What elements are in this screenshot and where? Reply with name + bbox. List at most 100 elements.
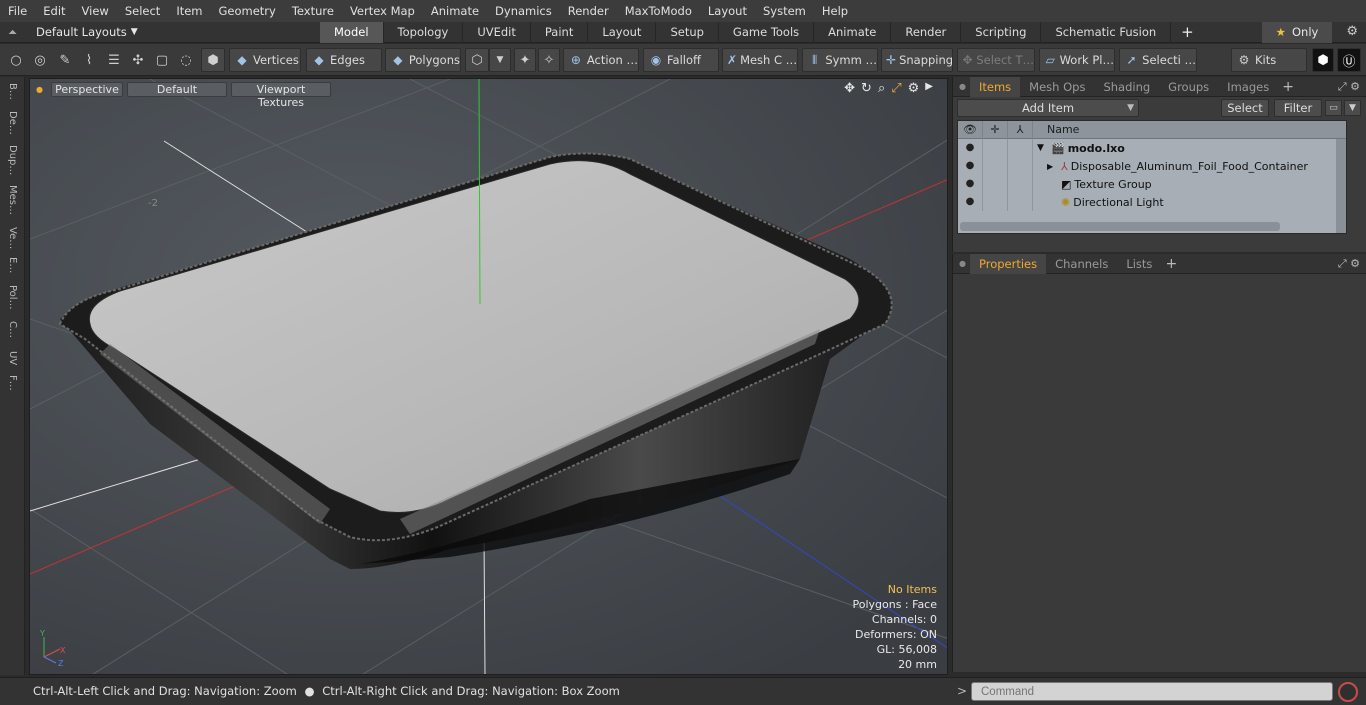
add-panel-tab-icon[interactable]: + (1278, 79, 1298, 95)
left-tab-basic[interactable]: B… (3, 83, 21, 100)
tree-item-texture-group[interactable]: ◩ Texture Group (1061, 175, 1152, 193)
tab-layout[interactable]: Layout (588, 21, 657, 43)
select-button[interactable]: Select (1221, 99, 1269, 117)
tab-images[interactable]: Images (1218, 77, 1278, 97)
funnel-icon[interactable]: ▼ (1344, 100, 1361, 116)
left-tab-vertex[interactable]: Ve… (3, 227, 21, 249)
tab-items[interactable]: Items (969, 76, 1021, 97)
menu-texture[interactable]: Texture (284, 0, 342, 22)
menu-view[interactable]: View (74, 0, 117, 22)
menu-edit[interactable]: Edit (35, 0, 73, 22)
panel-expand-gear-icon[interactable]: ⤢ ⚙ (1338, 257, 1360, 271)
viewport-scene[interactable]: -2 (30, 79, 948, 675)
viewport-textures-button[interactable]: Viewport Textures (230, 81, 331, 109)
material-button[interactable]: ⬡ (465, 48, 489, 72)
unity-icon[interactable]: ⬢ (1312, 48, 1334, 72)
tree-item-scene[interactable]: ▼ 🎬 modo.lxo (1037, 139, 1125, 157)
tab-game-tools[interactable]: Game Tools (719, 21, 815, 43)
perspective-button[interactable]: Perspective (50, 81, 123, 97)
maximize-icon[interactable]: ⤢ (891, 81, 901, 96)
viewport-dot-icon[interactable]: ● (36, 85, 43, 94)
work-plane-button[interactable]: ▱ Work Pl… (1039, 48, 1115, 72)
gear-icon[interactable]: ⚙ (1346, 24, 1358, 39)
left-tab-curve[interactable]: C… (3, 321, 21, 338)
tree-item-mesh[interactable]: ▶ ⅄ Disposable_Aluminum_Foil_Food_Contai… (1047, 157, 1308, 175)
menu-animate[interactable]: Animate (423, 0, 487, 22)
panel-expand-gear-icon[interactable]: ⤢ ⚙ (1338, 80, 1360, 94)
name-column-header[interactable]: Name (1047, 123, 1079, 136)
snap-toggle-button[interactable]: ✧ (538, 48, 560, 72)
expand-right-icon[interactable]: ▶ (925, 81, 933, 96)
command-arrow-icon[interactable]: > (957, 684, 967, 698)
left-tab-mesh-edit[interactable]: Mes… (3, 185, 21, 215)
expand-down-icon[interactable]: ▼ (1037, 143, 1051, 153)
tab-lists[interactable]: Lists (1117, 254, 1161, 274)
eye-icon[interactable]: ● (958, 157, 983, 175)
polygons-button[interactable]: ◆ Polygons (385, 48, 461, 72)
lock-column-icon[interactable]: ✛ (983, 120, 1008, 139)
globe-button[interactable]: ◎ (30, 48, 50, 72)
expand-right-icon[interactable]: ▶ (1047, 162, 1061, 171)
tab-scripting[interactable]: Scripting (961, 21, 1042, 43)
shading-button[interactable]: Default (126, 81, 227, 97)
transform-button[interactable]: ✣ (128, 48, 148, 72)
visibility-column-icon[interactable]: 👁 (958, 120, 983, 139)
select-through-button[interactable]: ✥ Select T… (957, 48, 1035, 72)
rotate-icon[interactable]: ↻ (861, 81, 872, 96)
filter-button[interactable]: Filter (1274, 99, 1322, 117)
select-circle-button[interactable]: ○ (6, 48, 26, 72)
tab-schematic-fusion[interactable]: Schematic Fusion (1041, 21, 1172, 43)
menu-layout[interactable]: Layout (700, 0, 755, 22)
command-input[interactable] (971, 682, 1333, 701)
add-item-button[interactable]: Add Item ▼ (957, 99, 1139, 117)
left-tab-duplicate[interactable]: Dup… (3, 145, 21, 175)
layout-dropdown[interactable]: ⏶ Default Layouts ▼ (0, 25, 320, 40)
edges-button[interactable]: ◆ Edges (306, 48, 382, 72)
collapse-icon[interactable]: ⏶ (8, 25, 22, 40)
menu-vertex-map[interactable]: Vertex Map (342, 0, 423, 22)
tree-row[interactable]: ● ▶ ⅄ Disposable_Aluminum_Foil_Food_Cont… (958, 157, 1346, 175)
menu-dynamics[interactable]: Dynamics (487, 0, 560, 22)
tree-row[interactable]: ● ◩ Texture Group (958, 175, 1346, 193)
tab-paint[interactable]: Paint (531, 21, 589, 43)
menu-help[interactable]: Help (814, 0, 856, 22)
menu-geometry[interactable]: Geometry (211, 0, 284, 22)
tree-row[interactable]: ● ▼ 🎬 modo.lxo (958, 139, 1346, 157)
tab-groups[interactable]: Groups (1159, 77, 1218, 97)
left-tab-polygon[interactable]: Pol… (3, 285, 21, 310)
action-center-button[interactable]: ⊕ Action … (563, 48, 639, 72)
unreal-icon[interactable]: Ⓤ (1337, 48, 1361, 72)
frame-button[interactable]: ▢ (152, 48, 172, 72)
left-tab-edge[interactable]: E… (3, 257, 21, 273)
tree-vertical-scrollbar[interactable] (1336, 139, 1346, 233)
snapping-button[interactable]: ✛ Snapping (881, 48, 953, 72)
add-panel-tab-icon[interactable]: + (1161, 256, 1181, 272)
menu-select[interactable]: Select (117, 0, 168, 22)
only-button[interactable]: ★ Only (1262, 22, 1332, 43)
tree-horizontal-scrollbar[interactable] (960, 222, 1280, 231)
material-dropdown-button[interactable]: ▼ (489, 48, 511, 72)
tree-row[interactable]: ● ✺ Directional Light (958, 193, 1346, 211)
tab-shading[interactable]: Shading (1094, 77, 1159, 97)
loop-button[interactable]: ◌ (176, 48, 196, 72)
tab-mesh-ops[interactable]: Mesh Ops (1020, 77, 1094, 97)
tab-setup[interactable]: Setup (656, 21, 719, 43)
mesh-constraint-button[interactable]: ✗ Mesh C … (722, 48, 798, 72)
eye-icon[interactable]: ● (958, 193, 983, 211)
3d-viewport[interactable]: -2 ● Perspective Default Viewport Textur… (29, 78, 948, 675)
brush-button[interactable]: ⌇ (79, 48, 99, 72)
type-column-icon[interactable]: ⅄ (1008, 120, 1033, 139)
collapse-tree-icon[interactable]: ▭ (1325, 100, 1342, 116)
tab-model[interactable]: Model (320, 21, 384, 43)
stack-button[interactable]: ☰ (104, 48, 124, 72)
vertices-button[interactable]: ◆ Vertices (229, 48, 301, 72)
left-tab-deform[interactable]: De… (3, 111, 21, 135)
item-mode-button[interactable]: ⬢ (201, 48, 225, 72)
record-icon[interactable] (1338, 682, 1358, 702)
left-tab-fusion[interactable]: F… (3, 375, 21, 391)
tab-render[interactable]: Render (891, 21, 962, 43)
menu-item[interactable]: Item (168, 0, 210, 22)
eye-icon[interactable]: ● (958, 139, 983, 157)
falloff-button[interactable]: ◉ Falloff (643, 48, 719, 72)
menu-render[interactable]: Render (560, 0, 617, 22)
